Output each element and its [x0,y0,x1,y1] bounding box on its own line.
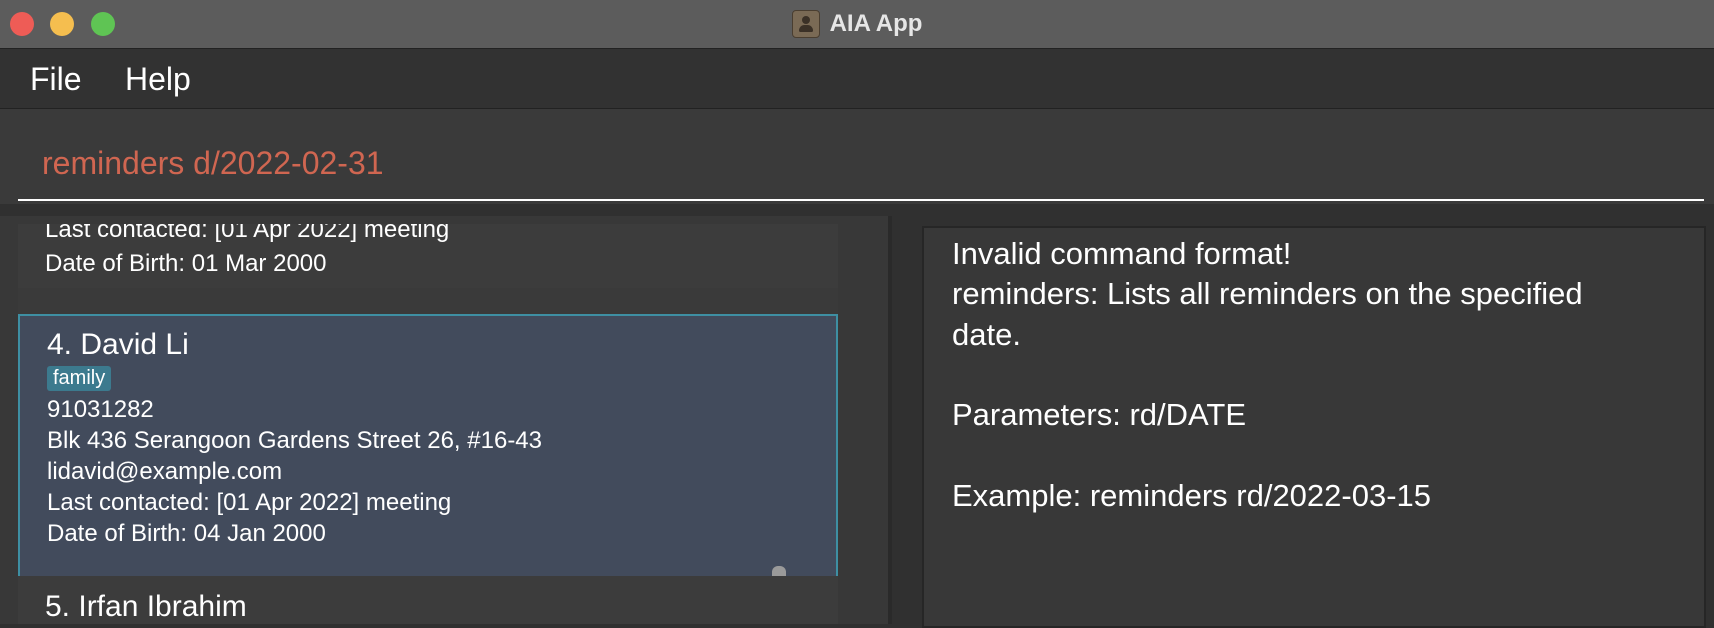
result-line: Invalid command format! [952,236,1292,271]
person-phone: 91031282 [47,396,154,423]
person-last-contacted: Last contacted: [01 Apr 2022] meeting [47,489,452,516]
result-line: date. [952,317,1021,352]
menu-help[interactable]: Help [125,61,191,98]
result-line: Parameters: rd/DATE [952,397,1247,432]
contacts-app-icon [791,10,820,38]
result-line: reminders: Lists all reminders on the sp… [952,276,1583,311]
person-dob: Date of Birth: 04 Jan 2000 [47,520,326,547]
person-card-selected[interactable]: 4. David Li family 91031282 Blk 436 Sera… [18,314,838,578]
person-name: 5. Irfan Ibrahim [45,590,247,623]
person-card[interactable]: 5. Irfan Ibrahim [18,576,838,624]
person-dob: Date of Birth: 01 Mar 2000 [45,250,327,277]
menu-file[interactable]: File [30,61,82,98]
title-bar: AIA App [0,0,1714,49]
menu-bar: File Help [0,49,1714,109]
command-box[interactable]: reminders d/2022-02-31 [0,109,1714,204]
person-list[interactable]: Last contacted: [01 Apr 2022] meeting Da… [18,224,838,624]
person-email: lidavid@example.com [47,458,283,485]
person-last-contacted: Last contacted: [01 Apr 2022] meeting [45,224,450,243]
window-title: AIA App [829,10,923,37]
command-input[interactable]: reminders d/2022-02-31 [42,145,384,182]
command-input-underline [18,199,1704,201]
person-tag: family [47,366,112,391]
result-display: Invalid command format! reminders: Lists… [922,226,1706,628]
person-list-scrollbar[interactable] [772,566,786,576]
window-title-group: AIA App [0,0,1714,48]
result-panel: Invalid command format! reminders: Lists… [892,216,1714,628]
result-line: Example: reminders rd/2022-03-15 [952,478,1432,513]
person-address: Blk 436 Serangoon Gardens Street 26, #16… [47,427,542,454]
person-name: 4. David Li [47,328,189,361]
person-list-panel: Last contacted: [01 Apr 2022] meeting Da… [0,216,888,624]
person-card[interactable]: Last contacted: [01 Apr 2022] meeting Da… [18,224,838,288]
